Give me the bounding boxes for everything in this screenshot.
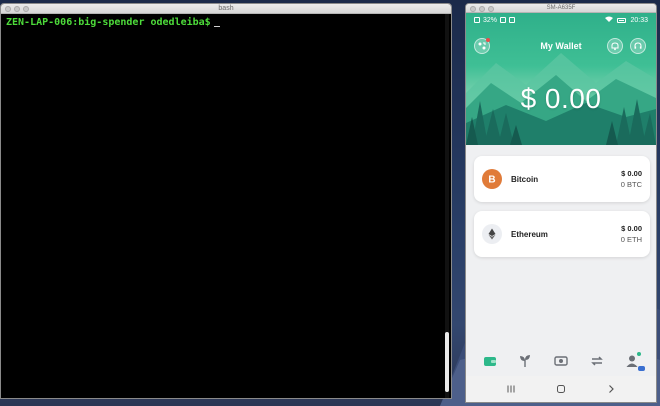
clock: 20:33 <box>630 16 648 24</box>
recents-button[interactable] <box>501 382 521 396</box>
asset-fiat-value: $ 0.00 <box>621 224 642 233</box>
page-title: My Wallet <box>540 41 582 51</box>
wallet-header: 32% 20:33 My Wallet $ 0.00 <box>466 13 656 145</box>
status-bar: 32% 20:33 <box>466 15 656 25</box>
bitcoin-icon: B <box>482 169 502 189</box>
chevron-right-icon <box>609 385 614 393</box>
asset-amount: 0 ETH <box>620 235 642 244</box>
svg-text:B: B <box>488 175 495 186</box>
app-icon <box>500 17 507 23</box>
asset-card-bitcoin[interactable]: B Bitcoin $ 0.00 0 BTC <box>474 156 650 202</box>
status-badge <box>638 366 646 371</box>
support-icon <box>634 42 642 49</box>
asset-name: Bitcoin <box>511 174 539 184</box>
recents-icon <box>507 385 515 393</box>
terminal-scrollbar[interactable] <box>445 14 449 398</box>
text-cursor <box>213 25 220 27</box>
forest-illustration <box>466 53 656 145</box>
asset-values: $ 0.00 0 ETH <box>621 224 642 244</box>
nav-wallet[interactable] <box>480 351 500 371</box>
wifi-icon <box>605 16 614 24</box>
terminal-body[interactable]: ZEN-LAP-006:big-spender odedleiba$ <box>1 14 451 398</box>
asset-card-ethereum[interactable]: Ethereum $ 0.00 0 ETH <box>474 211 650 257</box>
prompt-text: ZEN-LAP-006:big-spender odedleiba$ <box>6 17 211 28</box>
asset-amount: 0 BTC <box>620 180 642 189</box>
home-button[interactable] <box>551 382 571 396</box>
user-icon <box>626 355 638 367</box>
battery-icon <box>617 17 627 23</box>
nav-stake[interactable] <box>515 351 535 371</box>
wallet-icon <box>483 357 496 366</box>
status-right: 20:33 <box>605 16 648 24</box>
support-button[interactable] <box>630 38 646 54</box>
notification-dot <box>637 352 642 356</box>
terminal-titlebar: bash <box>1 4 451 14</box>
emulator-titlebar: SM-A635F <box>466 4 656 13</box>
system-navigation <box>466 376 656 402</box>
asset-values: $ 0.00 0 BTC <box>621 169 642 189</box>
battery-percent: 32% <box>483 16 498 24</box>
emulator-title: SM-A635F <box>546 5 576 11</box>
total-balance: $ 0.00 <box>520 83 602 114</box>
phone-screen: 32% 20:33 My Wallet $ 0.00 B Bitcoin $ 0… <box>466 13 656 402</box>
notifications-button[interactable] <box>607 38 623 54</box>
emulator-window: SM-A635F 32% 20:33 My Wallet $ 0.00 B Bi… <box>465 3 657 403</box>
asset-fiat-value: $ 0.00 <box>621 169 642 178</box>
terminal-window: bash ZEN-LAP-006:big-spender odedleiba$ <box>0 3 452 399</box>
notification-icon <box>474 17 480 23</box>
lock-icon <box>509 17 516 23</box>
back-button[interactable] <box>601 382 621 396</box>
nav-buy[interactable] <box>551 351 571 371</box>
swap-icon <box>590 356 603 366</box>
asset-name: Ethereum <box>511 229 548 239</box>
status-left: 32% <box>474 16 516 24</box>
nav-profile[interactable] <box>622 351 646 371</box>
bottom-navigation <box>466 346 656 376</box>
cash-icon <box>554 356 568 366</box>
scrollbar-thumb[interactable] <box>445 332 449 392</box>
plant-icon <box>520 355 531 367</box>
prompt-line: ZEN-LAP-006:big-spender odedleiba$ <box>6 17 446 28</box>
home-icon <box>557 385 565 393</box>
ethereum-icon <box>482 224 502 244</box>
bell-icon <box>611 42 619 51</box>
nav-exchange[interactable] <box>587 351 607 371</box>
terminal-title: bash <box>218 5 234 12</box>
